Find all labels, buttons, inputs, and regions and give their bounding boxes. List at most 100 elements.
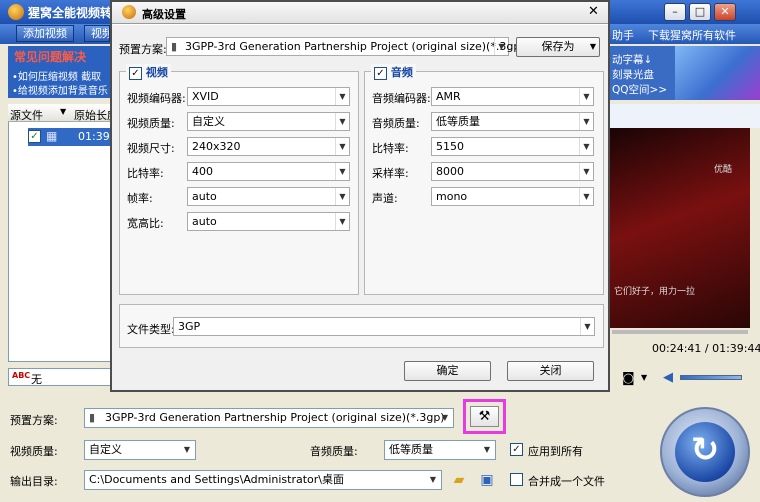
- phone-icon: ▮: [171, 40, 178, 53]
- maximize-button[interactable]: □: [689, 3, 711, 21]
- video-label-0: 视频编码器:: [127, 92, 186, 105]
- video-select-4[interactable]: auto ▼: [187, 187, 350, 206]
- merge-checkbox[interactable]: [510, 473, 523, 486]
- video-select-5[interactable]: auto ▼: [187, 212, 350, 231]
- audio-enable-checkbox[interactable]: ✓: [374, 66, 387, 80]
- audio-quality-label: 音频质量:: [310, 445, 358, 458]
- dialog-preset-label: 预置方案:: [119, 43, 167, 56]
- file-row[interactable]: ✓ ▦ 01:39:4: [28, 128, 120, 146]
- tools-icon: ⚒: [478, 409, 491, 424]
- phone-icon: ▮: [89, 411, 96, 424]
- faq-link-music[interactable]: •给视频添加背景音乐: [12, 82, 112, 97]
- volume-icon[interactable]: ◀: [663, 370, 673, 385]
- audio-select-3[interactable]: 8000 ▼: [431, 162, 594, 181]
- advanced-settings-button[interactable]: ⚒: [470, 406, 499, 427]
- file-row-checkbox[interactable]: ✓: [28, 130, 41, 143]
- dialog-title-bar: 高级设置 ✕: [112, 2, 608, 24]
- chevron-down-icon: ▼: [579, 138, 593, 155]
- app-icon: [8, 4, 24, 20]
- volume-slider[interactable]: [680, 375, 742, 380]
- video-value-4: auto: [192, 190, 217, 203]
- video-label-3: 比特率:: [127, 167, 164, 180]
- apply-all-label: 应用到所有: [528, 445, 583, 458]
- chevron-down-icon: ▼: [429, 475, 437, 484]
- dialog-preset-select[interactable]: ▮ 3GPP-3rd Generation Partnership Projec…: [166, 37, 525, 56]
- file-list-header: 源文件 ▼ 原始长度: [8, 104, 118, 123]
- dialog-close-button[interactable]: 关闭: [507, 361, 594, 381]
- ad-line-burn[interactable]: 刻录光盘: [612, 67, 654, 82]
- video-select-1[interactable]: 自定义 ▼: [187, 112, 350, 131]
- video-value-5: auto: [192, 215, 217, 228]
- playback-time: 00:24:41 / 01:39:44: [652, 342, 760, 355]
- ad-line-subtitle[interactable]: 动字幕↓: [612, 52, 652, 67]
- audio-select-2[interactable]: 5150 ▼: [431, 137, 594, 156]
- chevron-down-icon: ▼: [494, 38, 508, 55]
- filetype-label: 文件类型:: [127, 323, 175, 336]
- video-button[interactable]: 视频: [84, 25, 110, 42]
- video-caption: 它们好子，用力一拉: [614, 287, 696, 297]
- abc-icon: ABC: [12, 371, 31, 380]
- camera-dropdown-icon[interactable]: ▼: [641, 373, 647, 382]
- convert-button[interactable]: ↻: [660, 407, 750, 497]
- convert-arrow-icon: ↻: [675, 422, 735, 482]
- download-all-link[interactable]: 下载猩窝所有软件: [648, 27, 736, 43]
- audio-label-1: 音频质量:: [372, 117, 420, 130]
- chevron-down-icon: ▼: [335, 113, 349, 130]
- video-value-2: 240x320: [192, 140, 241, 153]
- faq-heading: 常见问题解决: [14, 50, 87, 64]
- chevron-down-icon: ▼: [483, 445, 491, 454]
- video-enable-checkbox[interactable]: ✓: [129, 66, 142, 80]
- video-quality-select[interactable]: 自定义 ▼: [84, 440, 196, 460]
- dialog-title: 高级设置: [142, 8, 186, 21]
- open-folder-icon[interactable]: ▣: [476, 470, 498, 490]
- minimize-button[interactable]: –: [664, 3, 686, 21]
- audio-quality-select[interactable]: 低等质量 ▼: [384, 440, 496, 460]
- chevron-down-icon: ▼: [183, 445, 191, 454]
- faq-link-compress[interactable]: •如何压缩视频 截取: [12, 68, 112, 83]
- video-select-2[interactable]: 240x320 ▼: [187, 137, 350, 156]
- audio-select-4[interactable]: mono ▼: [431, 187, 594, 206]
- video-quality-label: 视频质量:: [10, 445, 58, 458]
- close-window-button[interactable]: ✕: [714, 3, 736, 21]
- seek-bar[interactable]: [612, 330, 748, 334]
- audio-label-2: 比特率:: [372, 142, 409, 155]
- ad-image[interactable]: [675, 46, 760, 100]
- audio-group-title: ✓ 音频: [371, 64, 416, 80]
- chevron-down-icon: ▼: [579, 88, 593, 105]
- video-label-5: 宽高比:: [127, 217, 164, 230]
- faq-panel: 常见问题解决 •如何压缩视频 截取 •给视频添加背景音乐: [8, 46, 112, 98]
- audio-select-1[interactable]: 低等质量 ▼: [431, 112, 594, 131]
- chevron-down-icon: ▼: [579, 188, 593, 205]
- preset-select[interactable]: ▮ 3GPP-3rd Generation Partnership Projec…: [84, 408, 454, 428]
- video-select-0[interactable]: XVID ▼: [187, 87, 350, 106]
- col-source-header[interactable]: 源文件: [10, 107, 43, 123]
- chevron-down-icon: ▼: [335, 213, 349, 230]
- add-video-button[interactable]: 添加视频: [16, 25, 74, 42]
- browse-folder-icon[interactable]: ▰: [448, 470, 470, 490]
- video-select-3[interactable]: 400 ▼: [187, 162, 350, 181]
- audio-label-3: 采样率:: [372, 167, 409, 180]
- video-value-0: XVID: [192, 90, 219, 103]
- save-as-button[interactable]: 保存为 ▼: [516, 37, 600, 57]
- apply-all-checkbox[interactable]: ✓: [510, 443, 523, 456]
- dialog-close-icon[interactable]: ✕: [588, 4, 599, 19]
- snapshot-camera-icon[interactable]: ◙: [622, 371, 635, 386]
- audio-select-0[interactable]: AMR ▼: [431, 87, 594, 106]
- help-link[interactable]: 助手: [612, 27, 634, 43]
- merge-label: 合并成一个文件: [528, 475, 605, 488]
- video-label-4: 帧率:: [127, 192, 153, 205]
- audio-label-0: 音频编码器:: [372, 92, 431, 105]
- video-label-2: 视频尺寸:: [127, 142, 175, 155]
- chevron-down-icon: ▼: [441, 413, 449, 422]
- video-label-1: 视频质量:: [127, 117, 175, 130]
- chevron-down-icon: ▼: [579, 163, 593, 180]
- ok-button[interactable]: 确定: [404, 361, 491, 381]
- ad-line-qq[interactable]: QQ空间>>: [612, 82, 667, 97]
- filetype-select[interactable]: 3GP ▼: [173, 317, 595, 336]
- video-value-1: 自定义: [192, 115, 225, 128]
- output-dir-input[interactable]: C:\Documents and Settings\Administrator\…: [84, 470, 442, 490]
- video-preview[interactable]: 优酷 它们好子，用力一拉: [610, 128, 750, 328]
- chevron-down-icon: ▼: [579, 113, 593, 130]
- chevron-down-icon: ▼: [335, 88, 349, 105]
- chevron-down-icon: ▼: [335, 188, 349, 205]
